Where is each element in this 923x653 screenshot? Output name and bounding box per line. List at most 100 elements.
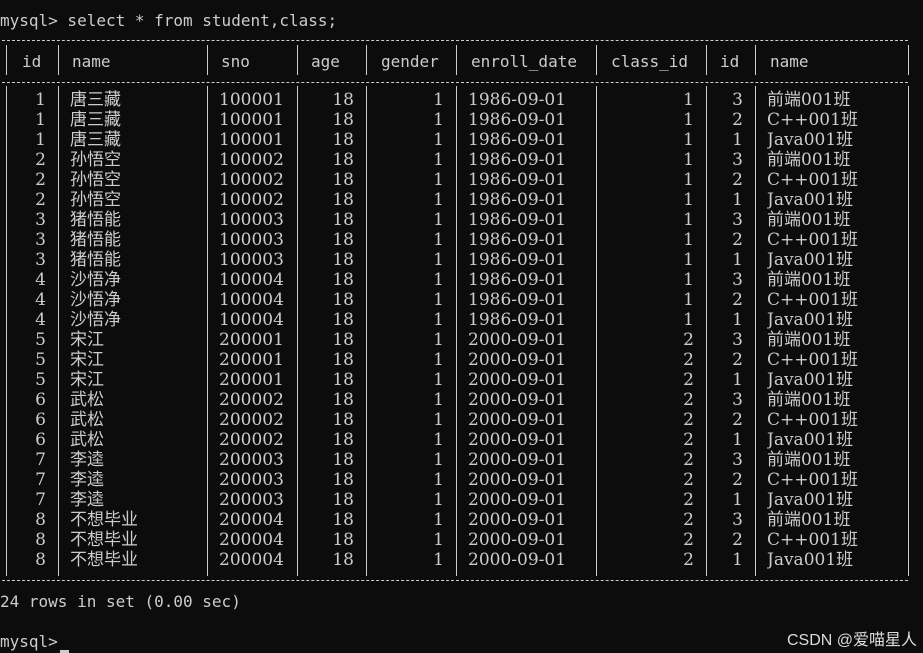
table-cell: 3	[732, 270, 743, 290]
table-cell: 1	[433, 350, 444, 370]
table-cell: 200002	[219, 390, 284, 410]
column-separator	[706, 45, 707, 75]
column-separator	[207, 45, 208, 75]
table-cell: 孙悟空	[70, 150, 121, 170]
table-cell: 武松	[70, 430, 104, 450]
table-cell: 2	[732, 470, 743, 490]
table-cell: Java001班	[767, 370, 854, 390]
table-cell: 1	[433, 330, 444, 350]
terminal-window[interactable]: mysql> select * from student,class; id na…	[0, 0, 923, 653]
table-cell: 1	[433, 430, 444, 450]
table-cell: 1	[683, 170, 694, 190]
table-cell: 3	[732, 90, 743, 110]
column-header: name	[72, 52, 111, 71]
table-cell: 1	[433, 190, 444, 210]
table-cell: 2	[732, 350, 743, 370]
table-cell: 2	[683, 430, 694, 450]
table-cell: 1	[683, 250, 694, 270]
table-cell: 3	[732, 330, 743, 350]
table-border	[2, 82, 908, 83]
table-cell: 2	[35, 150, 46, 170]
table-cell: C++001班	[767, 410, 858, 430]
table-cell: 200004	[219, 530, 284, 550]
table-cell: Java001班	[767, 310, 854, 330]
table-cell: 1986-09-01	[468, 150, 567, 170]
column-separator	[297, 86, 298, 576]
table-cell: 前端001班	[767, 510, 851, 530]
command-line-2[interactable]: mysql>	[0, 632, 69, 653]
table-cell: 18	[332, 470, 354, 490]
table-cell: 3	[732, 510, 743, 530]
column-separator	[596, 45, 597, 75]
table-cell: 18	[332, 550, 354, 570]
column-separator	[755, 45, 756, 75]
table-cell: 3	[35, 230, 46, 250]
table-cell: 8	[35, 530, 46, 550]
table-border	[2, 580, 908, 581]
table-cell: 1	[732, 130, 743, 150]
table-cell: 1	[433, 230, 444, 250]
column-header: gender	[381, 52, 439, 71]
column-separator	[908, 86, 909, 576]
table-cell: 李逵	[70, 450, 104, 470]
table-cell: 1	[683, 290, 694, 310]
table-cell: 100002	[219, 190, 284, 210]
table-cell: 2	[683, 410, 694, 430]
table-cell: 不想毕业	[70, 550, 138, 570]
table-cell: 3	[35, 210, 46, 230]
column-separator	[366, 45, 367, 75]
column-header: class_id	[611, 52, 689, 71]
table-cell: 1	[433, 490, 444, 510]
table-cell: 100004	[219, 270, 284, 290]
table-cell: 1	[683, 210, 694, 230]
table-cell: 2	[683, 330, 694, 350]
table-cell: 18	[332, 210, 354, 230]
table-cell: 100002	[219, 170, 284, 190]
table-cell: Java001班	[767, 250, 854, 270]
table-cell: 1	[433, 290, 444, 310]
table-cell: 200001	[219, 330, 284, 350]
column-separator	[366, 86, 367, 576]
table-cell: 2	[732, 410, 743, 430]
table-cell: C++001班	[767, 290, 858, 310]
table-cell: 2	[683, 390, 694, 410]
table-cell: 100004	[219, 310, 284, 330]
table-cell: 2000-09-01	[468, 510, 567, 530]
table-cell: 18	[332, 410, 354, 430]
table-cell: 1	[433, 270, 444, 290]
table-cell: 18	[332, 450, 354, 470]
table-cell: 3	[732, 450, 743, 470]
table-cell: 1	[433, 310, 444, 330]
column-separator	[596, 86, 597, 576]
table-cell: 1	[683, 190, 694, 210]
table-cell: 2	[683, 530, 694, 550]
table-cell: 18	[332, 150, 354, 170]
table-cell: 18	[332, 330, 354, 350]
table-cell: 李逵	[70, 490, 104, 510]
table-cell: 1	[732, 190, 743, 210]
column-separator	[6, 45, 7, 75]
column-header: enroll_date	[471, 52, 577, 71]
table-cell: 1	[433, 110, 444, 130]
table-cell: 武松	[70, 410, 104, 430]
table-cell: 1	[683, 110, 694, 130]
table-cell: 200001	[219, 350, 284, 370]
table-cell: 1	[433, 530, 444, 550]
column-separator	[6, 86, 7, 576]
table-cell: 1986-09-01	[468, 270, 567, 290]
table-cell: 2000-09-01	[468, 530, 567, 550]
table-cell: 3	[35, 250, 46, 270]
table-cell: 1	[433, 170, 444, 190]
table-cell: 不想毕业	[70, 510, 138, 530]
table-cell: 100003	[219, 210, 284, 230]
table-cell: 前端001班	[767, 330, 851, 350]
table-cell: 7	[35, 450, 46, 470]
table-cell: 100001	[219, 130, 284, 150]
table-cell: 1	[732, 550, 743, 570]
table-cell: 2000-09-01	[468, 490, 567, 510]
table-cell: 5	[35, 330, 46, 350]
column-header: sno	[221, 52, 250, 71]
table-cell: 宋江	[70, 370, 104, 390]
table-cell: 4	[35, 290, 46, 310]
table-cell: 18	[332, 250, 354, 270]
